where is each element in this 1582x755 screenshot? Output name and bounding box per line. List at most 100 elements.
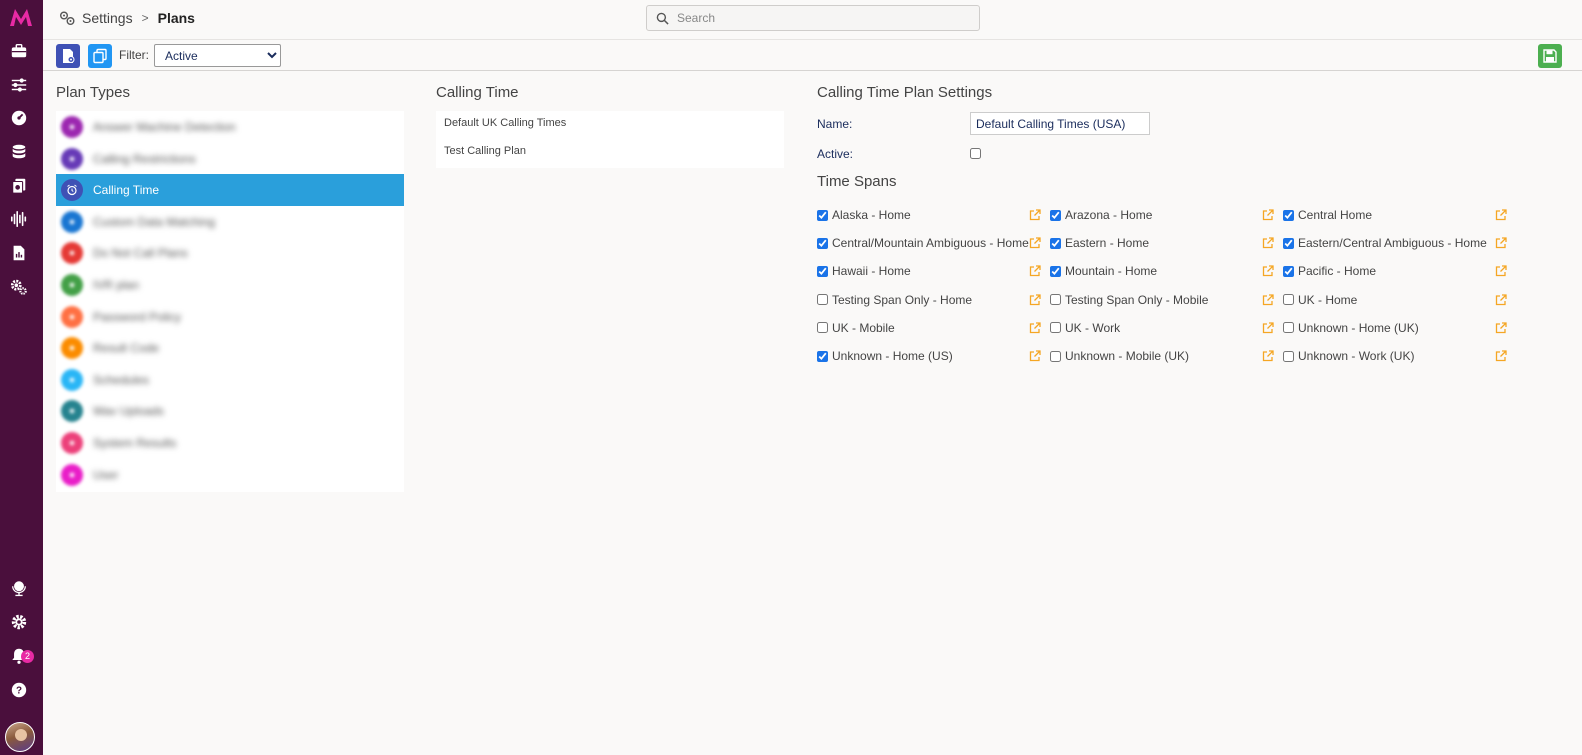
settings-gear-icon[interactable]: [9, 612, 29, 632]
time-span-item[interactable]: Unknown - Home (US): [817, 348, 953, 364]
edit-external-link-icon[interactable]: [1029, 264, 1041, 277]
time-span-label: Hawaii - Home: [832, 264, 911, 279]
edit-external-link-icon[interactable]: [1495, 349, 1507, 362]
report-document-icon[interactable]: [9, 243, 29, 263]
help-icon[interactable]: ?: [9, 680, 29, 700]
edit-external-link-icon[interactable]: [1262, 208, 1274, 221]
dashboard-gauge-icon[interactable]: [9, 108, 29, 128]
audio-waveform-icon[interactable]: [9, 209, 29, 229]
edit-external-link-icon[interactable]: [1495, 293, 1507, 305]
plan-type-label: Result Code: [93, 341, 160, 356]
edit-external-link-icon[interactable]: [1262, 349, 1274, 362]
time-span-checkbox[interactable]: [1283, 294, 1294, 306]
time-span-checkbox[interactable]: [817, 209, 828, 221]
edit-external-link-icon[interactable]: [1495, 321, 1507, 333]
user-icon: [61, 463, 83, 486]
time-span-item[interactable]: Eastern - Home: [1050, 235, 1149, 251]
save-button[interactable]: [1538, 44, 1562, 68]
time-span-checkbox[interactable]: [1283, 237, 1294, 249]
plan-type-item[interactable]: Wav Uploads: [56, 395, 404, 427]
plan-type-item[interactable]: Result Code: [56, 332, 404, 364]
time-span-checkbox[interactable]: [1283, 350, 1294, 362]
edit-external-link-icon[interactable]: [1262, 293, 1274, 305]
time-span-checkbox[interactable]: [1050, 350, 1061, 362]
edit-external-link-icon[interactable]: [1495, 208, 1507, 221]
calling-plan-item[interactable]: Test Calling Plan: [444, 145, 526, 157]
plan-type-label: Calling Time: [93, 183, 160, 198]
edit-external-link-icon[interactable]: [1262, 236, 1274, 249]
edit-external-link-icon[interactable]: [1029, 349, 1041, 362]
time-span-checkbox[interactable]: [1050, 209, 1061, 221]
time-span-item[interactable]: Unknown - Home (UK): [1283, 320, 1419, 336]
time-span-item[interactable]: Alaska - Home: [817, 207, 911, 223]
time-span-checkbox[interactable]: [1050, 294, 1061, 306]
time-span-item[interactable]: Unknown - Work (UK): [1283, 348, 1414, 364]
plan-type-item[interactable]: IVR plan: [56, 269, 404, 301]
app-logo[interactable]: [8, 6, 34, 28]
time-span-checkbox[interactable]: [1050, 322, 1061, 334]
time-span-checkbox[interactable]: [1050, 265, 1061, 277]
calling-plan-item[interactable]: Default UK Calling Times: [444, 117, 566, 129]
time-span-item[interactable]: Testing Span Only - Home: [817, 292, 972, 308]
time-span-checkbox[interactable]: [817, 265, 828, 277]
plan-type-item[interactable]: System Results: [56, 427, 404, 459]
documents-icon[interactable]: [9, 176, 29, 196]
time-span-item[interactable]: Unknown - Mobile (UK): [1050, 348, 1189, 364]
toolbar: Filter: Active: [43, 40, 1582, 71]
filter-select[interactable]: Active: [154, 44, 281, 67]
database-icon: [61, 210, 83, 233]
search-box[interactable]: [646, 5, 980, 31]
time-span-item[interactable]: Eastern/Central Ambiguous - Home: [1283, 235, 1487, 251]
edit-external-link-icon[interactable]: [1029, 236, 1041, 249]
edit-external-link-icon[interactable]: [1495, 236, 1507, 249]
briefcase-icon[interactable]: [9, 41, 29, 61]
new-plan-button[interactable]: [56, 44, 80, 68]
plan-type-item[interactable]: User: [56, 459, 404, 491]
edit-external-link-icon[interactable]: [1029, 321, 1041, 333]
plan-type-item[interactable]: Custom Data Matching: [56, 206, 404, 238]
globe-icon[interactable]: [9, 578, 29, 598]
time-span-item[interactable]: UK - Work: [1050, 320, 1120, 336]
time-span-checkbox[interactable]: [817, 350, 828, 362]
time-span-item[interactable]: Mountain - Home: [1050, 263, 1157, 279]
search-input[interactable]: [677, 11, 957, 25]
edit-external-link-icon[interactable]: [1262, 321, 1274, 333]
time-span-checkbox[interactable]: [1283, 209, 1294, 221]
time-span-label: UK - Home: [1298, 292, 1358, 307]
plan-type-item[interactable]: Do Not Call Plans: [56, 237, 404, 269]
time-span-item[interactable]: Arazona - Home: [1050, 207, 1152, 223]
plan-type-item[interactable]: Schedules: [56, 364, 404, 396]
plan-name-input[interactable]: [970, 112, 1150, 135]
edit-external-link-icon[interactable]: [1029, 293, 1041, 305]
sliders-icon[interactable]: [9, 75, 29, 95]
time-span-item[interactable]: Testing Span Only - Mobile: [1050, 292, 1208, 308]
active-checkbox[interactable]: [970, 148, 981, 159]
time-span-item[interactable]: Hawaii - Home: [817, 263, 911, 279]
time-span-label: Arazona - Home: [1065, 208, 1153, 222]
plan-type-item[interactable]: Calling Time: [56, 174, 404, 207]
name-label: Name:: [817, 117, 853, 131]
breadcrumb-settings[interactable]: Settings: [82, 10, 133, 26]
time-span-checkbox[interactable]: [817, 322, 828, 334]
plan-type-item[interactable]: Answer Machine Detection: [56, 111, 404, 143]
edit-external-link-icon[interactable]: [1029, 208, 1041, 221]
notification-badge: 2: [21, 650, 34, 663]
time-span-item[interactable]: Central Home: [1283, 207, 1372, 223]
copy-plan-button[interactable]: [88, 44, 112, 68]
database-icon[interactable]: [9, 142, 29, 162]
time-span-checkbox[interactable]: [1283, 322, 1294, 334]
time-span-item[interactable]: UK - Home: [1283, 292, 1357, 308]
time-span-checkbox[interactable]: [1283, 265, 1294, 277]
plan-type-item[interactable]: Calling Restrictions: [56, 143, 404, 175]
edit-external-link-icon[interactable]: [1495, 264, 1507, 277]
user-avatar[interactable]: [5, 722, 35, 752]
gears-icon[interactable]: [9, 277, 29, 297]
time-span-checkbox[interactable]: [817, 294, 828, 306]
time-span-item[interactable]: Central/Mountain Ambiguous - Home: [817, 235, 1029, 251]
time-span-checkbox[interactable]: [817, 237, 828, 249]
time-span-item[interactable]: Pacific - Home: [1283, 263, 1376, 279]
time-span-item[interactable]: UK - Mobile: [817, 320, 895, 336]
plan-type-item[interactable]: Password Policy: [56, 301, 404, 333]
edit-external-link-icon[interactable]: [1262, 264, 1274, 277]
time-span-checkbox[interactable]: [1050, 237, 1061, 249]
